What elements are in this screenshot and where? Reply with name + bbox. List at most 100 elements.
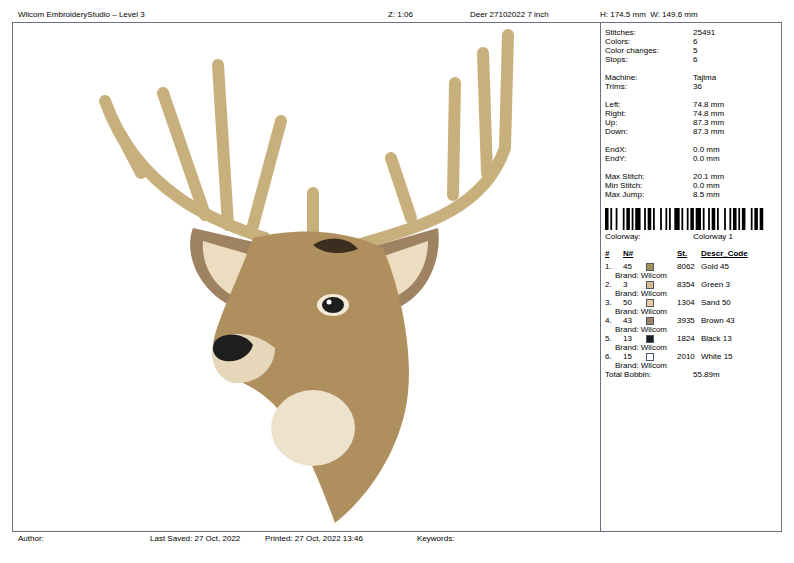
stat-label: Max Jump: [605, 190, 693, 199]
stat-row: Min Stitch:0.0 mm [605, 181, 779, 190]
stat-value: 0.0 mm [693, 145, 720, 154]
colorway-value: Colorway 1 [693, 232, 733, 241]
stat-value: Tajima [693, 73, 716, 82]
stat-label: EndY: [605, 154, 693, 163]
thread-stitches: 2010 [677, 352, 701, 361]
thread-descr: White 15 [701, 352, 733, 361]
file-name: Deer 27102022 7 inch [470, 10, 600, 22]
stat-label: Down: [605, 127, 693, 136]
barcode-icon [605, 208, 765, 230]
thread-swatch [646, 263, 654, 271]
thread-index: 4. [605, 316, 623, 325]
column-header: St. [677, 249, 701, 258]
stat-label: Max Stitch: [605, 172, 693, 181]
stat-row: Color changes:5 [605, 46, 779, 55]
deer-embroidery-icon [13, 23, 601, 531]
stat-group: Machine:TajimaTrims:36 [605, 73, 779, 91]
colorway-row: Colorway:Colorway 1 [605, 232, 779, 241]
stat-value: 74.8 mm [693, 109, 724, 118]
thread-index: 6. [605, 352, 623, 361]
footer-item: Keywords: [417, 534, 454, 543]
stat-row: Trims:36 [605, 82, 779, 91]
thread-row: 2.3 8354Green 3Brand: Wilcom [605, 280, 779, 298]
print-preview: Wilcom EmbroideryStudio – Level 3Z: 1:06… [0, 0, 794, 563]
thread-swatch [646, 335, 654, 343]
thread-brand: Brand: Wilcom [605, 343, 779, 352]
stat-row: Max Jump:8.5 mm [605, 190, 779, 199]
stat-row: Max Stitch:20.1 mm [605, 172, 779, 181]
stat-group: Stitches:25491Colors:6Color changes:5Sto… [605, 28, 779, 64]
colorway-label: Colorway: [605, 232, 693, 241]
thread-index: 2. [605, 280, 623, 289]
stat-label: Color changes: [605, 46, 693, 55]
stat-label: Left: [605, 100, 693, 109]
thread-descr: Brown 43 [701, 316, 735, 325]
thread-stitches: 8062 [677, 262, 701, 271]
app-title: Wilcom EmbroideryStudio – Level 3 [18, 10, 388, 22]
main-frame: Stitches:25491Colors:6Color changes:5Sto… [12, 22, 782, 532]
thread-number: 45 [623, 262, 646, 271]
stat-label: EndX: [605, 145, 693, 154]
thread-index: 5. [605, 334, 623, 343]
stat-label: Up: [605, 118, 693, 127]
thread-row: 4.43 3935Brown 43Brand: Wilcom [605, 316, 779, 334]
column-header: Descr_Code [701, 249, 748, 258]
thread-brand: Brand: Wilcom [605, 289, 779, 298]
stat-row: Stitches:25491 [605, 28, 779, 37]
footer-item: Printed: 27 Oct, 2022 13:46 [265, 534, 417, 543]
thread-row: 5.131824Black 13Brand: Wilcom [605, 334, 779, 352]
thread-number: 3 [623, 280, 646, 289]
stat-label: Colors: [605, 37, 693, 46]
thread-swatch [646, 299, 654, 307]
thread-stitches: 8354 [677, 280, 701, 289]
footer-item: Last Saved: 27 Oct, 2022 [150, 534, 265, 543]
header-bar: Wilcom EmbroideryStudio – Level 3Z: 1:06… [0, 0, 794, 22]
stat-row: Colors:6 [605, 37, 779, 46]
stat-row: Stops:6 [605, 55, 779, 64]
stat-value: 0.0 mm [693, 154, 720, 163]
footer-item: Author: [18, 534, 150, 543]
thread-swatch [646, 317, 654, 325]
thread-swatch [646, 353, 654, 361]
stat-value: 8.5 mm [693, 190, 720, 199]
total-label: Total Bobbin: [605, 370, 693, 379]
thread-descr: Gold 45 [701, 262, 729, 271]
stat-value: 87.3 mm [693, 127, 724, 136]
thread-brand: Brand: Wilcom [605, 325, 779, 334]
stat-row: Machine:Tajima [605, 73, 779, 82]
stat-row: Up:87.3 mm [605, 118, 779, 127]
thread-index: 1. [605, 262, 623, 271]
thread-stitches: 1824 [677, 334, 701, 343]
total-value: 55.89m [693, 370, 720, 379]
stat-value: 0.0 mm [693, 181, 720, 190]
thread-descr: Green 3 [701, 280, 730, 289]
thread-row: 6.152010White 15Brand: Wilcom [605, 352, 779, 370]
stat-label: Stitches: [605, 28, 693, 37]
thread-number: 43 [623, 316, 646, 325]
stat-label: Machine: [605, 73, 693, 82]
thread-brand: Brand: Wilcom [605, 361, 779, 370]
stat-value: 5 [693, 46, 697, 55]
stat-value: 36 [693, 82, 702, 91]
thread-table-header: #N#St.Descr_Code [605, 249, 779, 258]
stat-row: EndX:0.0 mm [605, 145, 779, 154]
zoom-label: Z: 1:06 [388, 10, 470, 22]
size-label: H: 174.5 mm W: 149.6 mm [600, 10, 698, 22]
stat-value: 6 [693, 37, 697, 46]
design-canvas [13, 23, 601, 531]
info-panel: Stitches:25491Colors:6Color changes:5Sto… [601, 23, 781, 531]
stat-value: 87.3 mm [693, 118, 724, 127]
thread-number: 13 [623, 334, 646, 343]
thread-index: 3. [605, 298, 623, 307]
thread-row: 1.45 8062Gold 45Brand: Wilcom [605, 262, 779, 280]
stat-label: Trims: [605, 82, 693, 91]
thread-brand: Brand: Wilcom [605, 271, 779, 280]
column-header: N# [623, 249, 677, 258]
thread-brand: Brand: Wilcom [605, 307, 779, 316]
stat-label: Stops: [605, 55, 693, 64]
thread-row: 3.501304Sand 50Brand: Wilcom [605, 298, 779, 316]
stat-value: 20.1 mm [693, 172, 724, 181]
thread-stitches: 3935 [677, 316, 701, 325]
stat-value: 25491 [693, 28, 715, 37]
stat-row: EndY:0.0 mm [605, 154, 779, 163]
